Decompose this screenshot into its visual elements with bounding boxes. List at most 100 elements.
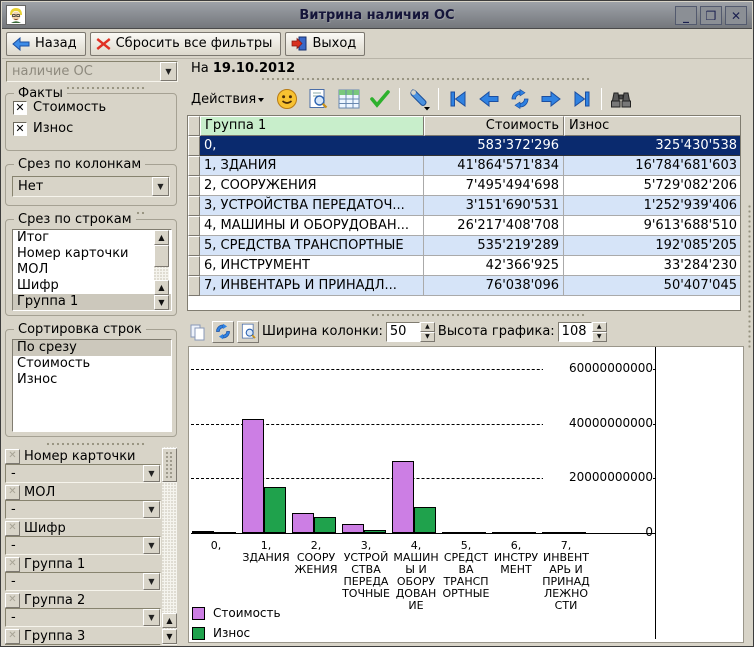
row-slice-list[interactable]: ИтогНомер карточкиМОЛШифрГруппа 1Группа …: [12, 229, 172, 311]
close-button[interactable]: ✕: [725, 6, 747, 25]
column-slice-select[interactable]: Нет ▼: [12, 176, 170, 197]
scrollbar-thumb[interactable]: [162, 448, 177, 482]
row-slice-scrollbar[interactable]: ▲ ▲ ▼: [154, 230, 169, 310]
splitter-grip[interactable]: [371, 313, 586, 317]
clear-filter-icon[interactable]: ✕: [5, 449, 20, 464]
scroll-down-icon[interactable]: ▼: [154, 295, 169, 310]
row-selector[interactable]: [188, 156, 200, 176]
chevron-down-icon[interactable]: ▼: [143, 465, 160, 482]
table-row[interactable]: 6, ИНСТРУМЕНТ42'366'92533'284'230: [188, 256, 740, 276]
filter-select[interactable]: -▼: [5, 572, 161, 591]
fact-cost[interactable]: ✕ Стоимость: [13, 100, 176, 115]
filter-select[interactable]: -▼: [5, 608, 161, 627]
table-row[interactable]: 7, ИНВЕНТАРЬ И ПРИНАДЛ...76'038'09650'40…: [188, 276, 740, 296]
filter-select[interactable]: -▼: [5, 500, 161, 519]
first-icon[interactable]: [446, 87, 470, 111]
filter-select[interactable]: -▼: [5, 536, 161, 555]
row-selector[interactable]: [188, 276, 200, 296]
titlebar[interactable]: Витрина наличия ОС _ ❒ ✕: [2, 2, 752, 29]
checkbox-checked-icon[interactable]: ✕: [13, 122, 27, 136]
column-header-cost[interactable]: Стоимость: [424, 116, 564, 136]
refresh-icon[interactable]: [212, 321, 234, 343]
corner-cell[interactable]: [188, 116, 200, 136]
scroll-up-icon[interactable]: ▲: [154, 230, 169, 245]
copy-icon[interactable]: [187, 321, 209, 343]
maximize-button[interactable]: ❒: [700, 6, 722, 25]
row-selector[interactable]: [188, 176, 200, 196]
table-row[interactable]: 0,583'372'296325'430'538: [188, 136, 740, 156]
bar-cost: [342, 524, 364, 533]
list-item[interactable]: Итог: [13, 230, 171, 246]
fact-wear[interactable]: ✕ Износ: [13, 121, 176, 136]
list-item[interactable]: Номер карточки: [13, 246, 171, 262]
spin-up-icon[interactable]: ▲: [592, 322, 607, 332]
row-selector[interactable]: [188, 236, 200, 256]
table-row[interactable]: 3, УСТРОЙСТВА ПЕРЕДАТОЧ...3'151'690'5311…: [188, 196, 740, 216]
list-item[interactable]: Группа 1: [13, 294, 171, 310]
scroll-up-icon[interactable]: ▲: [162, 613, 177, 628]
scrollbar-thumb[interactable]: [154, 245, 169, 267]
checkbox-checked-icon[interactable]: ✕: [13, 101, 27, 115]
row-selector[interactable]: [188, 256, 200, 276]
minimize-button[interactable]: _: [675, 6, 697, 25]
table-row[interactable]: 4, МАШИНЫ И ОБОРУДОВАН...26'217'408'7089…: [188, 216, 740, 236]
clear-filter-icon[interactable]: ✕: [5, 521, 20, 536]
chevron-down-icon[interactable]: ▼: [143, 501, 160, 518]
chevron-down-icon[interactable]: ▼: [143, 573, 160, 590]
splitter-grip[interactable]: [46, 442, 146, 446]
previous-icon[interactable]: [477, 87, 501, 111]
list-item[interactable]: МОЛ: [13, 262, 171, 278]
row-sort-list[interactable]: По срезуСтоимостьИзнос: [12, 339, 172, 432]
table-icon[interactable]: [337, 87, 361, 111]
preview-icon[interactable]: [237, 321, 259, 343]
scroll-down-icon[interactable]: ▼: [162, 629, 177, 644]
actions-menu-button[interactable]: Действия: [187, 90, 268, 109]
list-item[interactable]: Стоимость: [13, 356, 171, 372]
table-row[interactable]: 1, ЗДАНИЯ41'864'571'83416'784'681'603: [188, 156, 740, 176]
clear-filter-icon[interactable]: ✕: [5, 593, 20, 608]
chart-height-spinner[interactable]: 108 ▲▼: [558, 322, 607, 342]
preview-icon[interactable]: [306, 87, 330, 111]
reset-filters-button[interactable]: Сбросить все фильтры: [90, 32, 282, 56]
chart-height-value[interactable]: 108: [558, 322, 592, 342]
chevron-down-icon[interactable]: ▼: [143, 537, 160, 554]
next-icon[interactable]: [539, 87, 563, 111]
column-header-wear[interactable]: Износ: [564, 116, 741, 136]
spin-down-icon[interactable]: ▼: [420, 332, 435, 342]
binoculars-icon[interactable]: [609, 87, 633, 111]
splitter-grip[interactable]: [261, 77, 591, 81]
list-item[interactable]: Группа 2: [13, 310, 171, 311]
row-selector[interactable]: [188, 136, 200, 156]
table-row[interactable]: 5, СРЕДСТВА ТРАНСПОРТНЫЕ535'219'289192'0…: [188, 236, 740, 256]
check-icon[interactable]: [368, 87, 392, 111]
smiley-icon[interactable]: [275, 87, 299, 111]
chevron-down-icon[interactable]: ▼: [143, 609, 160, 626]
row-selector[interactable]: [188, 216, 200, 236]
list-item[interactable]: По срезу: [13, 340, 171, 356]
clear-filter-icon[interactable]: ✕: [5, 629, 20, 644]
column-width-value[interactable]: 50: [386, 322, 420, 342]
chevron-down-icon[interactable]: ▼: [152, 177, 169, 196]
column-width-spinner[interactable]: 50 ▲▼: [386, 322, 435, 342]
wrench-icon[interactable]: [407, 87, 431, 111]
last-icon[interactable]: [570, 87, 594, 111]
vertical-splitter[interactable]: [746, 85, 753, 645]
chevron-down-icon[interactable]: ▼: [160, 62, 177, 81]
row-selector[interactable]: [188, 196, 200, 216]
back-button[interactable]: Назад: [6, 32, 86, 56]
exit-button[interactable]: Выход: [285, 32, 365, 56]
list-item[interactable]: Износ: [13, 372, 171, 388]
list-item[interactable]: Шифр: [13, 278, 171, 294]
clear-filter-icon[interactable]: ✕: [5, 485, 20, 500]
spin-down-icon[interactable]: ▼: [592, 332, 607, 342]
filter-select[interactable]: -▼: [5, 464, 161, 483]
spin-up-icon[interactable]: ▲: [420, 322, 435, 332]
scroll-up-icon[interactable]: ▲: [154, 280, 169, 295]
refresh-icon[interactable]: [508, 87, 532, 111]
filter-select[interactable]: ▼: [5, 644, 161, 645]
table-row[interactable]: 2, СООРУЖЕНИЯ7'495'494'6985'729'082'206: [188, 176, 740, 196]
column-header-group[interactable]: Группа 1: [200, 116, 424, 136]
report-selector[interactable]: наличие ОС ▼: [6, 61, 178, 82]
filters-scrollbar[interactable]: ▲ ▼: [162, 447, 177, 645]
clear-filter-icon[interactable]: ✕: [5, 557, 20, 572]
